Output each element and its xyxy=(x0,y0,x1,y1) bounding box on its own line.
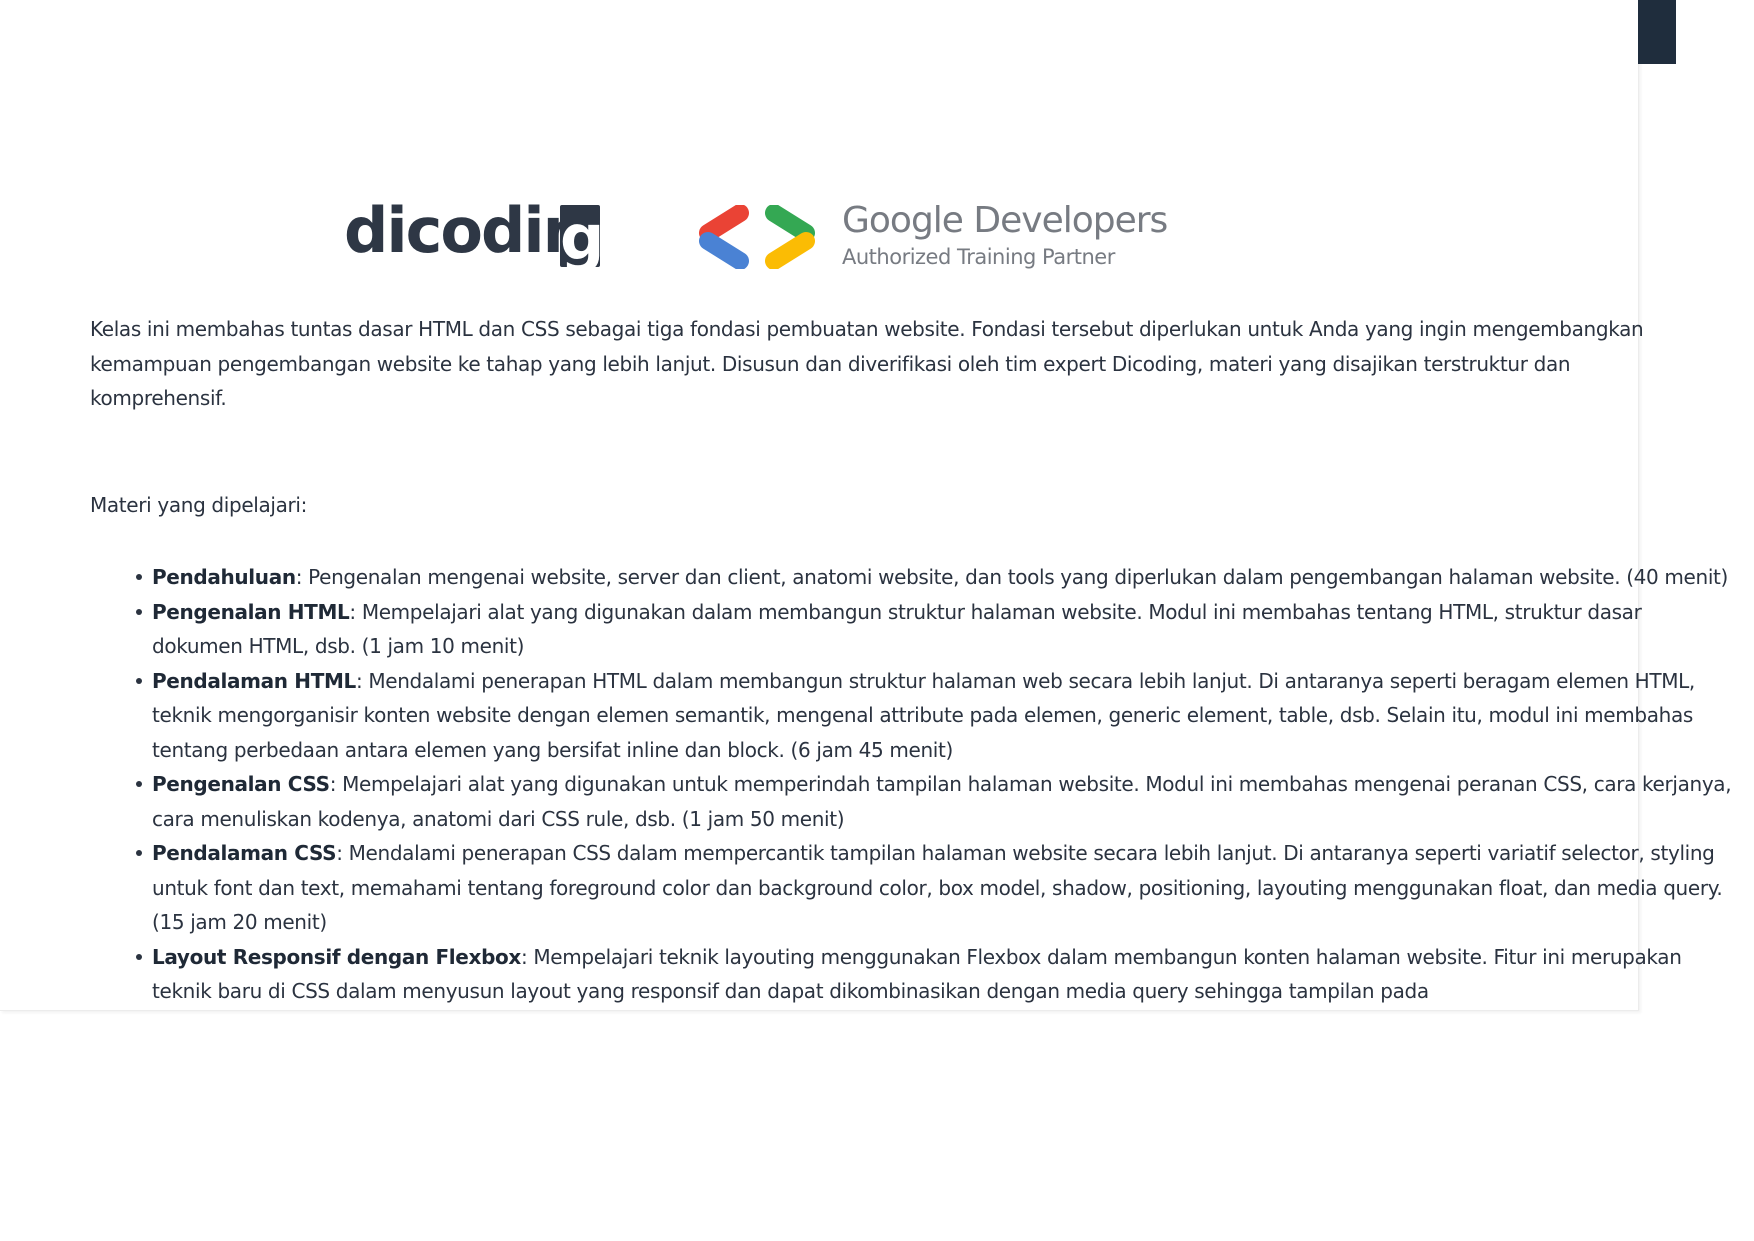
topic-title: Pendalaman HTML xyxy=(152,668,356,693)
topic-title: Pengenalan HTML xyxy=(152,599,350,624)
topic-item-pengenalan-html: Pengenalan HTML: Mempelajari alat yang d… xyxy=(136,595,1737,664)
topic-item-layout-flexbox: Layout Responsif dengan Flexbox: Mempela… xyxy=(136,940,1737,1009)
dicoding-logo-g: g xyxy=(560,201,605,274)
dicoding-logo-g-box: g xyxy=(560,201,604,274)
topic-title: Layout Responsif dengan Flexbox xyxy=(152,944,521,969)
topic-desc: : Mempelajari alat yang digunakan dalam … xyxy=(152,599,1642,659)
topic-item-pengenalan-css: Pengenalan CSS: Mempelajari alat yang di… xyxy=(136,767,1737,836)
topic-title: Pendalaman CSS xyxy=(152,841,337,865)
topic-desc: : Pengenalan mengenai website, server da… xyxy=(295,565,1729,589)
google-developers-chevron-icon xyxy=(699,205,815,269)
topic-item-pendalaman-html: Pendalaman HTML: Mendalami penerapan HTM… xyxy=(136,664,1737,768)
google-developers-subtitle: Authorized Training Partner xyxy=(842,245,1115,269)
topic-desc: : Mempelajari alat yang digunakan untuk … xyxy=(152,772,1732,831)
dicoding-logo: dicodin g xyxy=(344,190,606,274)
topic-list: Pendahuluan: Pengenalan mengenai website… xyxy=(90,560,1737,1009)
topic-item-pendahuluan: Pendahuluan: Pengenalan mengenai website… xyxy=(136,560,1737,595)
scroll-handle[interactable] xyxy=(1638,0,1676,64)
topic-title: Pendahuluan xyxy=(152,565,296,589)
google-developers-logo: Google Developers Authorized Training Pa… xyxy=(842,200,1168,270)
topic-title: Pengenalan CSS xyxy=(152,772,330,796)
course-intro: Kelas ini membahas tuntas dasar HTML dan… xyxy=(90,317,1644,410)
topic-desc: : Mendalami penerapan HTML dalam membang… xyxy=(152,668,1695,762)
topic-item-pendalaman-css: Pendalaman CSS: Mendalami penerapan CSS … xyxy=(136,836,1737,940)
topic-desc: : Mendalami penerapan CSS dalam memperca… xyxy=(152,841,1723,934)
materi-label: Materi yang dipelajari: xyxy=(90,493,307,517)
google-developers-title: Google Developers xyxy=(842,200,1168,241)
dicoding-logo-word: dicodin xyxy=(344,194,587,267)
